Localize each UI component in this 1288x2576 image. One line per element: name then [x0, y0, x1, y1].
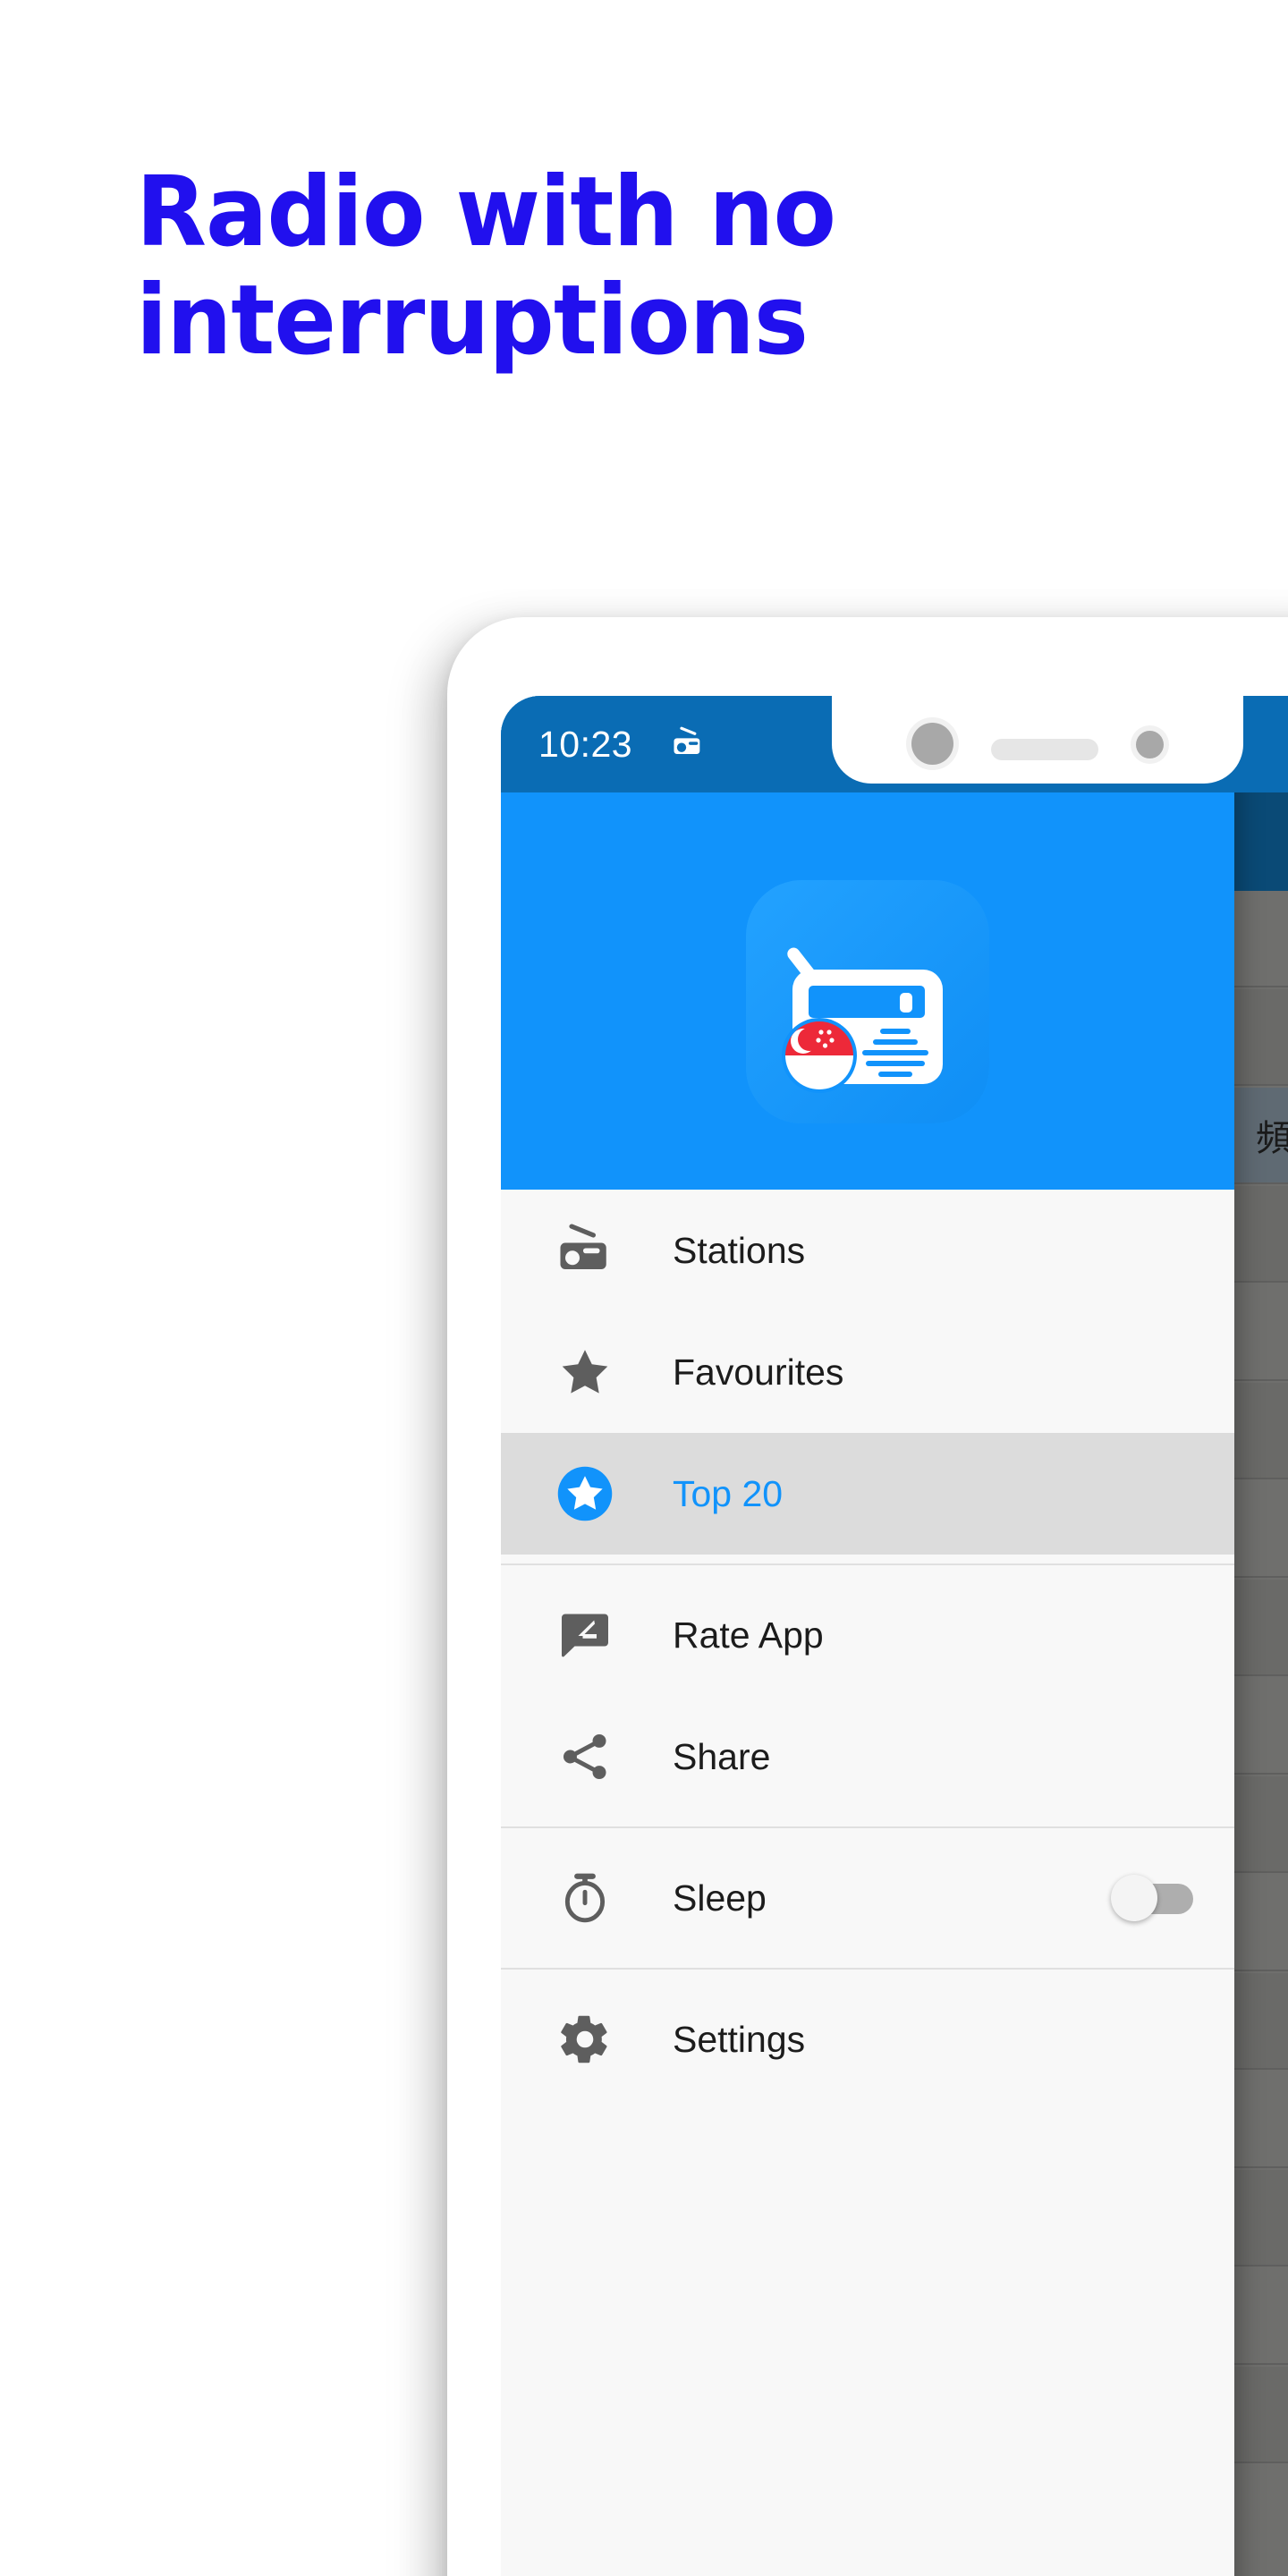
rate-review-icon — [553, 1603, 617, 1667]
timer-icon — [553, 1866, 617, 1930]
phone-device-frame: 頻道 — [447, 617, 1288, 2576]
phone-screen: 頻道 — [501, 696, 1288, 2576]
star-circle-icon — [553, 1462, 617, 1526]
drawer-item-label: Favourites — [673, 1351, 844, 1393]
drawer-item-settings[interactable]: Settings — [501, 1979, 1234, 2100]
background-list-row-label: 頻道 — [1256, 1118, 1288, 1159]
drawer-item-sleep[interactable]: Sleep — [501, 1837, 1234, 1959]
drawer-item-label: Top 20 — [673, 1472, 784, 1514]
drawer-item-label: Stations — [673, 1229, 806, 1271]
drawer-divider — [501, 1826, 1234, 1828]
front-camera-icon — [911, 722, 953, 765]
drawer-item-label: Sleep — [673, 1877, 767, 1919]
drawer-divider — [501, 1968, 1234, 1970]
radio-app-icon-singapore — [746, 880, 989, 1123]
share-icon — [553, 1724, 617, 1789]
phone-notch — [832, 696, 1243, 784]
proximity-sensor-icon — [1136, 730, 1164, 758]
drawer-item-top-20[interactable]: Top 20 — [501, 1433, 1234, 1555]
drawer-item-share[interactable]: Share — [501, 1696, 1234, 1818]
radio-icon — [672, 724, 708, 765]
drawer-item-label: Rate App — [673, 1614, 824, 1656]
promo-screenshot: Radio with no interruptions 頻道 — [0, 0, 1288, 2576]
gear-icon — [553, 2007, 617, 2072]
status-bar-clock: 10:23 — [538, 723, 633, 765]
navigation-drawer: Stations Favourites Top 20 Rate App Shar… — [501, 696, 1234, 2576]
toggle-thumb — [1111, 1875, 1157, 1921]
drawer-item-stations[interactable]: Stations — [501, 1190, 1234, 1311]
drawer-item-rate-app[interactable]: Rate App — [501, 1574, 1234, 1696]
drawer-menu-list: Stations Favourites Top 20 Rate App Shar… — [501, 1190, 1234, 2100]
status-bar-notifications — [672, 724, 708, 765]
drawer-item-label: Share — [673, 1735, 771, 1777]
star-icon — [553, 1340, 617, 1404]
drawer-item-favourites[interactable]: Favourites — [501, 1311, 1234, 1433]
drawer-item-label: Settings — [673, 2018, 806, 2060]
radio-icon — [553, 1218, 617, 1283]
drawer-divider — [501, 1563, 1234, 1565]
earpiece-speaker-icon — [991, 739, 1098, 760]
page-title: Radio with no interruptions — [136, 157, 836, 377]
sleep-timer-toggle[interactable] — [1111, 1875, 1193, 1921]
